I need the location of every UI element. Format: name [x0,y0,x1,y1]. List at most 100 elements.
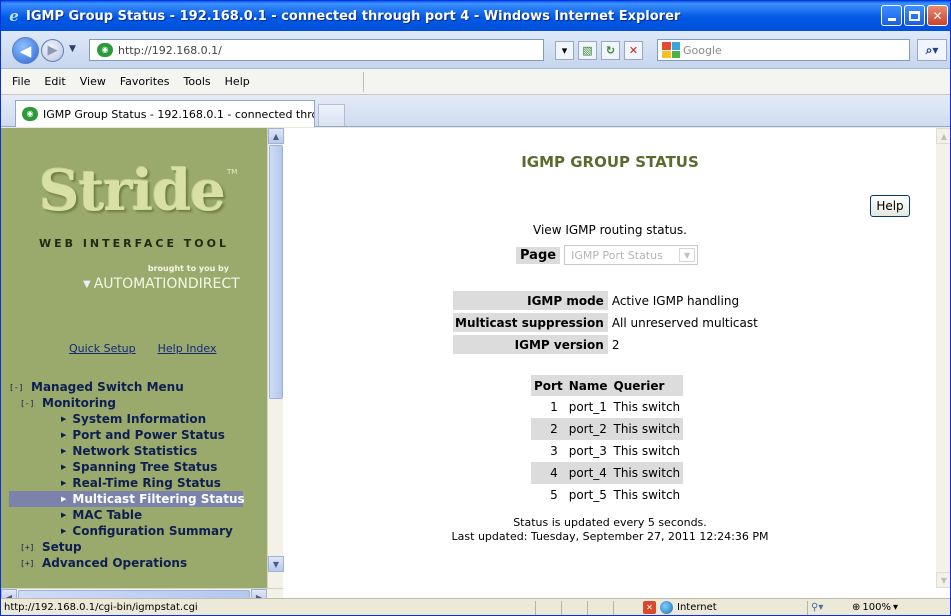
querier-cell: This switch [613,400,681,414]
tree-item-configuration-summary[interactable]: ▶ Configuration Summary [9,523,267,539]
igmp-mode-table: IGMP mode Active IGMP handling Multicast… [453,288,760,357]
tree-item-real-time-ring-status[interactable]: ▶ Real-Time Ring Status [9,475,267,491]
zoom-level: 100% [862,602,891,613]
chevron-down-icon: ▾ [561,44,568,57]
table-row: 2 port_2 This switch [531,418,684,440]
popup-blocked-icon: ✕ [643,601,656,614]
address-url[interactable]: http://192.168.0.1/ [118,44,222,57]
security-zone[interactable]: ✕ Internet [643,601,717,614]
status-divider [587,601,588,615]
status-url: http://192.168.0.1/cgi-bin/igmpstat.cgi [4,602,198,613]
chevron-down-icon: ▼ [272,559,280,569]
scroll-up-button[interactable]: ▲ [936,128,950,144]
forward-button[interactable]: ▶ [41,39,64,62]
main-frame: IGMP GROUP STATUS Help View IGMP routing… [284,128,936,588]
minimize-button[interactable] [881,5,902,26]
help-index-link[interactable]: Help Index [158,342,217,355]
scroll-thumb[interactable] [269,145,283,399]
zoom-icon: ⊕ [852,602,861,613]
search-button[interactable]: ⌕▾ [917,39,947,61]
update-interval-text: Status is updated every 5 seconds. [513,516,707,529]
menu-tools[interactable]: Tools [177,73,218,90]
status-divider [535,601,536,615]
address-bar[interactable]: ◉ http://192.168.0.1/ [89,39,544,61]
mode-row: IGMP version 2 [453,335,760,354]
expand-toggle[interactable]: [+] [20,559,42,568]
menu-favorites[interactable]: Favorites [113,73,177,90]
column-header-port: Port [531,375,566,396]
name-cell: port_1 [568,400,607,414]
querier-cell: This switch [613,488,681,502]
refresh-icon: ↻ [605,44,616,57]
stride-logo: Stride [39,158,226,224]
column-header-name: Name [565,375,611,396]
stop-icon: ✕ [628,44,639,57]
compatibility-view-button[interactable]: ▧ [578,41,597,60]
chevron-up-icon: ▲ [940,131,948,141]
search-input[interactable]: Google [657,39,910,61]
recent-pages-dropdown[interactable]: ▼ [69,44,76,54]
page-description: View IGMP routing status. [533,223,687,237]
tab-igmp-group-status[interactable]: ◉ IGMP Group Status - 192.168.0.1 - conn… [15,100,315,127]
brought-by-text: brought to you by [147,264,229,273]
tree-item-port-and-power-status[interactable]: ▶ Port and Power Status [9,427,267,443]
mode-value: Active IGMP handling [611,293,740,308]
brand-name: AUTOMATIONDIRECT [93,276,240,292]
menu-view[interactable]: View [73,73,113,90]
maximize-button[interactable] [904,5,925,26]
quick-setup-link[interactable]: Quick Setup [69,342,136,355]
tree-item-advanced-operations[interactable]: [+] Advanced Operations [9,555,267,571]
tree-item-label: Monitoring [42,396,116,410]
help-button[interactable]: Help [870,195,910,217]
name-cell: port_4 [565,462,611,484]
tree-item-network-statistics[interactable]: ▶ Network Statistics [9,443,267,459]
tree-item-setup[interactable]: [+] Setup [9,539,267,555]
bullet-arrow-icon: ▶ [61,479,67,487]
bullet-arrow-icon: ▶ [61,415,67,423]
refresh-button[interactable]: ↻ [601,41,620,60]
expand-toggle[interactable]: [+] [20,543,42,552]
scroll-up-button[interactable]: ▲ [268,128,284,144]
new-tab-button[interactable] [318,104,345,126]
logo-trademark: TM [227,168,238,176]
collapse-toggle[interactable]: [-] [20,399,42,408]
tree-item-spanning-tree-status[interactable]: ▶ Spanning Tree Status [9,459,267,475]
status-divider [613,601,614,615]
table-row: 4 port_4 This switch [531,462,684,484]
maximize-icon [909,10,920,21]
status-divider [561,601,562,615]
menu-file[interactable]: File [5,73,37,90]
tab-bar: ◉ IGMP Group Status - 192.168.0.1 - conn… [1,95,950,127]
page-title: IGMP GROUP STATUS [521,153,699,171]
tree-item-managed-switch-menu[interactable]: [-] Managed Switch Menu [9,379,267,395]
page-select-value: IGMP Port Status [571,248,663,262]
menu-separator [363,72,364,92]
scroll-down-button[interactable]: ▼ [268,556,284,572]
close-button[interactable]: ✕ [927,5,948,26]
sidebar-vertical-scrollbar[interactable]: ▲ ▼ [267,128,284,588]
port-cell: 4 [531,462,566,484]
page-select[interactable]: IGMP Port Status ▼ [564,245,699,265]
main-vertical-scrollbar[interactable]: ▲ ▼ [936,128,950,588]
menu-bar: File Edit View Favorites Tools Help [1,69,950,95]
tree-item-monitoring[interactable]: [-] Monitoring [9,395,267,411]
bullet-arrow-icon: ▶ [61,511,67,519]
chevron-up-icon: ▲ [272,131,280,141]
search-placeholder: Google [683,43,722,57]
scroll-down-button[interactable]: ▼ [936,572,950,588]
tree-item-mac-table[interactable]: ▶ MAC Table [9,507,267,523]
address-dropdown-button[interactable]: ▾ [555,41,574,60]
zoom-control[interactable]: ⊕ 100% ▾ [852,602,898,613]
tree-item-system-information[interactable]: ▶ System Information [9,411,267,427]
collapse-toggle[interactable]: [-] [9,383,31,392]
back-button[interactable]: ◀ [12,37,39,64]
tree-item-label: Real-Time Ring Status [72,476,221,490]
protected-mode-icon[interactable]: ⚲▾ [811,602,823,613]
port-cell: 2 [531,418,566,440]
menu-help[interactable]: Help [218,73,257,90]
menu-edit[interactable]: Edit [37,73,72,90]
mode-key: Multicast suppression [453,313,608,332]
page-content: Stride TM WEB INTERFACE TOOL brought to … [1,128,950,605]
tree-item-multicast-filtering-status[interactable]: ▶ Multicast Filtering Status [9,491,245,507]
stop-button[interactable]: ✕ [624,41,643,60]
